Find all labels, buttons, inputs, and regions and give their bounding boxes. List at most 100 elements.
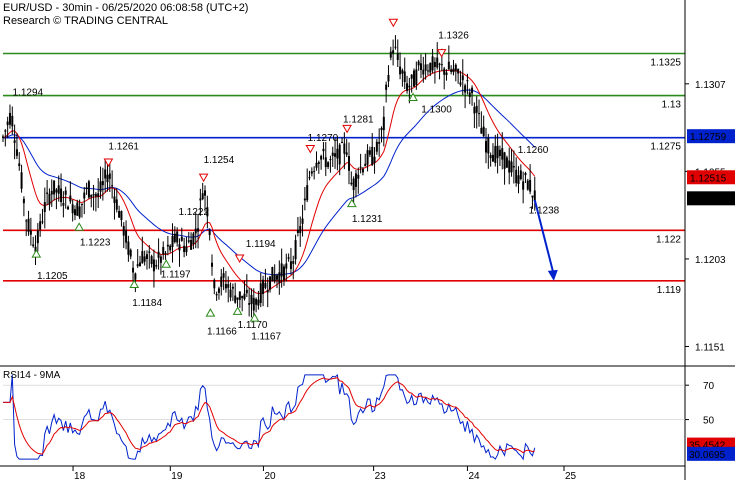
candle-body <box>127 241 130 255</box>
candle-body <box>187 240 190 242</box>
candle-body <box>90 194 93 198</box>
candle-body <box>341 142 344 144</box>
candle-body <box>111 185 114 187</box>
candle-body <box>201 193 204 200</box>
candle-body <box>331 152 334 156</box>
pivot-label: 1.1223 <box>80 237 111 248</box>
candle-body <box>375 141 378 152</box>
candle-body <box>67 206 70 210</box>
candle-body <box>115 199 118 210</box>
rsi-tick-label: 50 <box>703 416 715 427</box>
candle-body <box>366 150 369 165</box>
candle-body <box>164 253 167 255</box>
candle-body <box>347 156 350 171</box>
candle-body <box>338 144 341 165</box>
candle-body <box>415 69 418 85</box>
pivot-label: 1.1222 <box>178 207 209 218</box>
candle-body <box>222 273 225 278</box>
candle-body <box>113 196 116 203</box>
candle-body <box>292 261 295 264</box>
candle-body <box>382 116 385 131</box>
candle-body <box>162 247 165 255</box>
candle-body <box>464 85 467 93</box>
candle-body <box>450 69 453 72</box>
candle-body <box>62 203 65 206</box>
candle-body <box>406 83 409 91</box>
candle-body <box>443 68 446 75</box>
candle-body <box>173 233 176 243</box>
candle-body <box>262 279 265 295</box>
candle-body <box>229 289 232 298</box>
candle-body <box>526 180 529 190</box>
candle-body <box>440 64 443 66</box>
rsi-tick-label: 70 <box>703 381 715 392</box>
candle-body <box>345 152 348 155</box>
candle-body <box>18 163 21 167</box>
candle-body <box>129 249 132 257</box>
candle-body <box>334 153 337 157</box>
candle-body <box>482 126 485 137</box>
candle-body <box>43 202 46 213</box>
price-tick-label: 1.1307 <box>695 80 726 91</box>
candle-body <box>389 51 392 58</box>
pivot-label: 1.1197 <box>161 269 191 280</box>
support-marker <box>31 249 42 258</box>
resistance-marker <box>342 124 352 134</box>
candle-body <box>426 70 429 72</box>
candle-body <box>32 244 35 247</box>
candle-body <box>215 294 218 296</box>
candle-body <box>71 204 74 214</box>
candle-body <box>36 230 39 244</box>
candle-body <box>364 163 367 167</box>
candle-body <box>176 231 179 243</box>
candle-body <box>220 276 223 287</box>
candle-body <box>452 68 455 73</box>
price-label: 1.12515 <box>690 173 727 184</box>
candle-body <box>97 193 100 197</box>
candle-body <box>445 72 448 76</box>
level-label: 1.122 <box>656 234 681 245</box>
rsi-label: 30.0695 <box>689 450 726 461</box>
candle-body <box>459 82 462 85</box>
candle-body <box>185 246 188 253</box>
rsi-ma-line <box>3 377 535 455</box>
candle-body <box>361 168 364 173</box>
candle-body <box>259 283 262 303</box>
candle-body <box>461 75 464 81</box>
candle-body <box>148 251 151 253</box>
candle-body <box>250 294 253 305</box>
pivot-label: 1.1167 <box>251 332 281 343</box>
candle-body <box>139 262 142 267</box>
candle-body <box>238 291 241 300</box>
candle-body <box>118 210 121 218</box>
candle-body <box>217 288 220 293</box>
rsi-line <box>3 374 536 461</box>
candle-body <box>508 160 511 173</box>
candle-body <box>354 173 357 187</box>
candle-body <box>385 84 388 90</box>
candle-body <box>25 220 28 222</box>
candle-body <box>55 189 58 193</box>
candle-body <box>227 284 230 288</box>
candle-body <box>515 169 518 184</box>
candle-body <box>308 177 311 179</box>
support-marker <box>205 308 216 317</box>
candle-body <box>280 263 283 277</box>
candle-body <box>533 190 536 202</box>
rsi-title: RSI14 - 9MA <box>3 370 61 381</box>
level-label: 1.1325 <box>650 58 681 69</box>
candle-body <box>273 274 276 282</box>
candle-body <box>143 256 146 262</box>
candle-body <box>210 262 213 267</box>
pivot-label: 1.1270 <box>308 133 339 144</box>
level-label: 1.1275 <box>650 142 681 153</box>
candle-body <box>78 206 81 218</box>
candle-body <box>380 127 383 131</box>
candle-body <box>152 259 155 272</box>
support-marker <box>408 92 418 102</box>
candle-body <box>155 265 158 267</box>
candle-body <box>106 174 109 183</box>
candle-body <box>171 235 174 247</box>
candle-body <box>87 181 90 198</box>
time-tick-label: 23 <box>375 471 387 480</box>
